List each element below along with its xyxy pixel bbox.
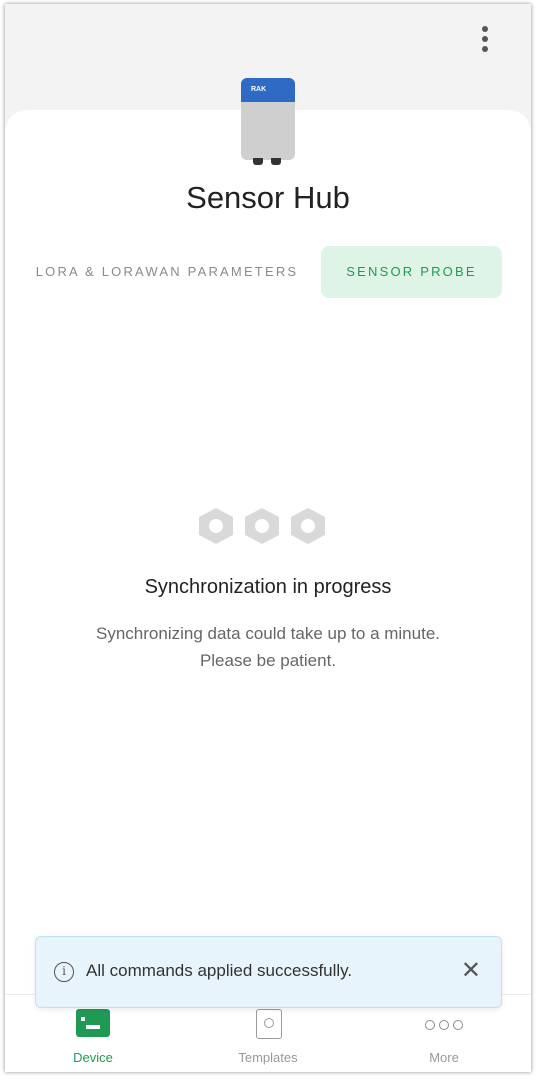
close-icon[interactable]: ✕ — [461, 958, 481, 982]
sync-message: Synchronizing data could take up to a mi… — [96, 624, 440, 670]
device-brand-label: RAK — [241, 78, 295, 102]
nav-more-label: More — [429, 1050, 459, 1065]
hex-dot-icon — [291, 508, 325, 544]
device-icon — [76, 1009, 110, 1037]
nav-device-label: Device — [73, 1050, 113, 1065]
hex-dot-icon — [245, 508, 279, 544]
more-vert-icon[interactable] — [479, 26, 491, 58]
success-toast: i All commands applied successfully. ✕ — [35, 936, 502, 1008]
app-screen: RAK Sensor Hub LORA & LORAWAN PARAMETERS… — [5, 4, 531, 1072]
templates-icon — [256, 1009, 282, 1039]
nav-templates-label: Templates — [238, 1050, 298, 1065]
device-image: RAK — [241, 78, 295, 166]
tab-lora-lorawan-parameters[interactable]: LORA & LORAWAN PARAMETERS — [27, 246, 307, 298]
toast-message: All commands applied successfully. — [86, 961, 353, 980]
sync-title: Synchronization in progress — [144, 576, 392, 598]
device-name: Sensor Hub — [186, 180, 350, 215]
info-icon: i — [54, 962, 74, 982]
tab-sensor-probe[interactable]: SENSOR PROBE — [321, 246, 502, 298]
loading-spinner — [5, 508, 531, 546]
more-horiz-icon — [418, 1017, 470, 1030]
hex-dot-icon — [199, 508, 233, 544]
